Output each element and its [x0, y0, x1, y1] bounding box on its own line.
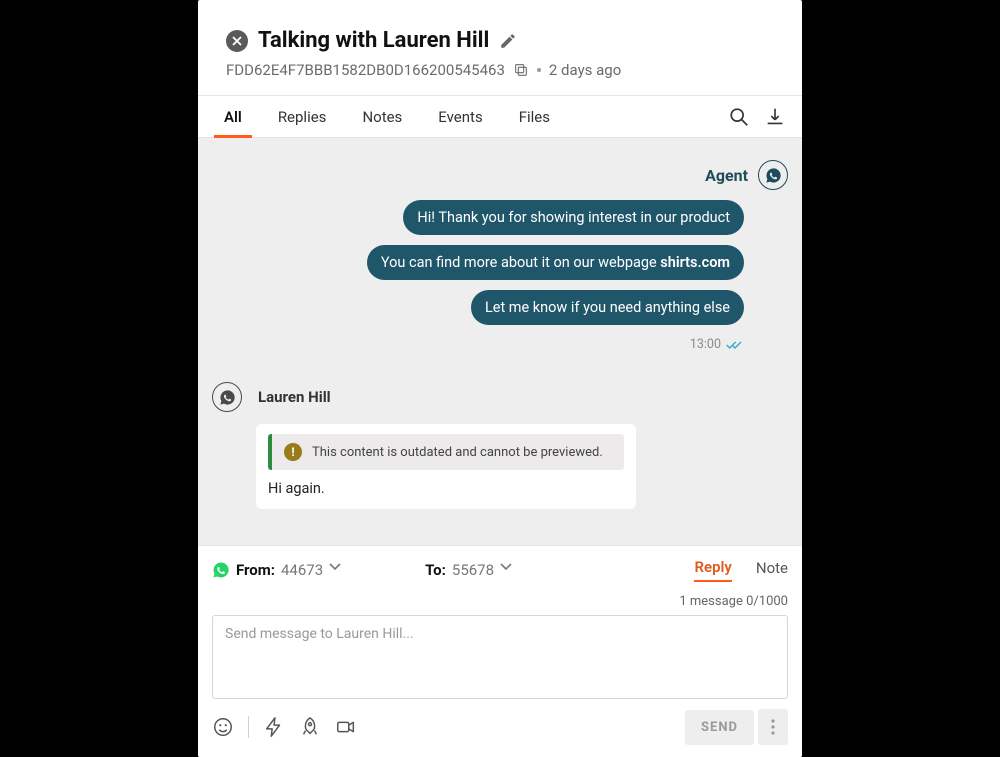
search-icon[interactable] [728, 106, 750, 128]
warning-box: ! This content is outdated and cannot be… [268, 434, 624, 470]
customer-message-text: Hi again. [268, 480, 624, 497]
tabs-bar: All Replies Notes Events Files [198, 96, 802, 138]
tab-files[interactable]: Files [509, 96, 560, 137]
launch-icon[interactable] [299, 716, 321, 738]
send-button[interactable]: SEND [685, 710, 754, 745]
customer-message-bubble: ! This content is outdated and cannot be… [256, 424, 636, 509]
agent-label-row: Agent [212, 160, 788, 190]
edit-icon[interactable] [499, 32, 517, 50]
tab-events[interactable]: Events [428, 96, 492, 137]
to-label: To: [425, 561, 446, 579]
chevron-down-icon[interactable] [500, 563, 514, 577]
warning-text: This content is outdated and cannot be p… [312, 445, 603, 460]
tab-reply[interactable]: Reply [694, 558, 731, 582]
from-label: From: [236, 561, 275, 579]
customer-label-row: Lauren Hill [212, 382, 788, 412]
separator-dot [537, 68, 541, 72]
video-icon[interactable] [335, 716, 357, 738]
message-timestamp: 13:00 [690, 337, 744, 352]
chevron-down-icon[interactable] [329, 563, 343, 577]
message-input[interactable]: Send message to Lauren Hill... [212, 615, 788, 699]
quick-reply-icon[interactable] [263, 716, 285, 738]
tab-all[interactable]: All [214, 96, 252, 137]
whatsapp-icon [758, 160, 788, 190]
page-title: Talking with Lauren Hill [258, 28, 489, 53]
composer: From: 44673 To: 55678 Reply Note 1 messa… [198, 545, 802, 757]
copy-icon[interactable] [513, 62, 529, 78]
tab-replies[interactable]: Replies [268, 96, 337, 137]
download-icon[interactable] [764, 106, 786, 128]
conversation-id: FDD62E4F7BBB1582DB0D166200545463 [226, 61, 505, 79]
header: Talking with Lauren Hill FDD62E4F7BBB158… [198, 0, 802, 96]
tab-notes[interactable]: Notes [352, 96, 412, 137]
divider [248, 716, 249, 738]
whatsapp-icon [212, 561, 230, 579]
warning-icon: ! [284, 443, 302, 461]
char-counter: 1 message 0/1000 [212, 594, 788, 609]
emoji-icon[interactable] [212, 716, 234, 738]
message-link[interactable]: shirts.com [660, 254, 730, 271]
close-icon[interactable] [226, 30, 248, 52]
chat-panel: Talking with Lauren Hill FDD62E4F7BBB158… [198, 0, 802, 757]
message-bubble: You can find more about it on our webpag… [367, 245, 744, 280]
time-text: 13:00 [690, 337, 721, 352]
send-more-icon[interactable] [758, 709, 788, 745]
whatsapp-icon [212, 382, 242, 412]
conversation-age: 2 days ago [549, 61, 621, 79]
agent-name: Agent [705, 166, 748, 185]
tab-note[interactable]: Note [756, 559, 788, 581]
customer-name: Lauren Hill [258, 388, 331, 406]
message-text: You can find more about it on our webpag… [381, 254, 660, 271]
conversation-area: Agent Hi! Thank you for showing interest… [198, 138, 802, 545]
from-value: 44673 [281, 561, 323, 579]
message-bubble: Let me know if you need anything else [471, 290, 744, 325]
message-bubble: Hi! Thank you for showing interest in ou… [403, 200, 744, 235]
read-receipt-icon [726, 339, 744, 351]
to-value: 55678 [452, 561, 494, 579]
